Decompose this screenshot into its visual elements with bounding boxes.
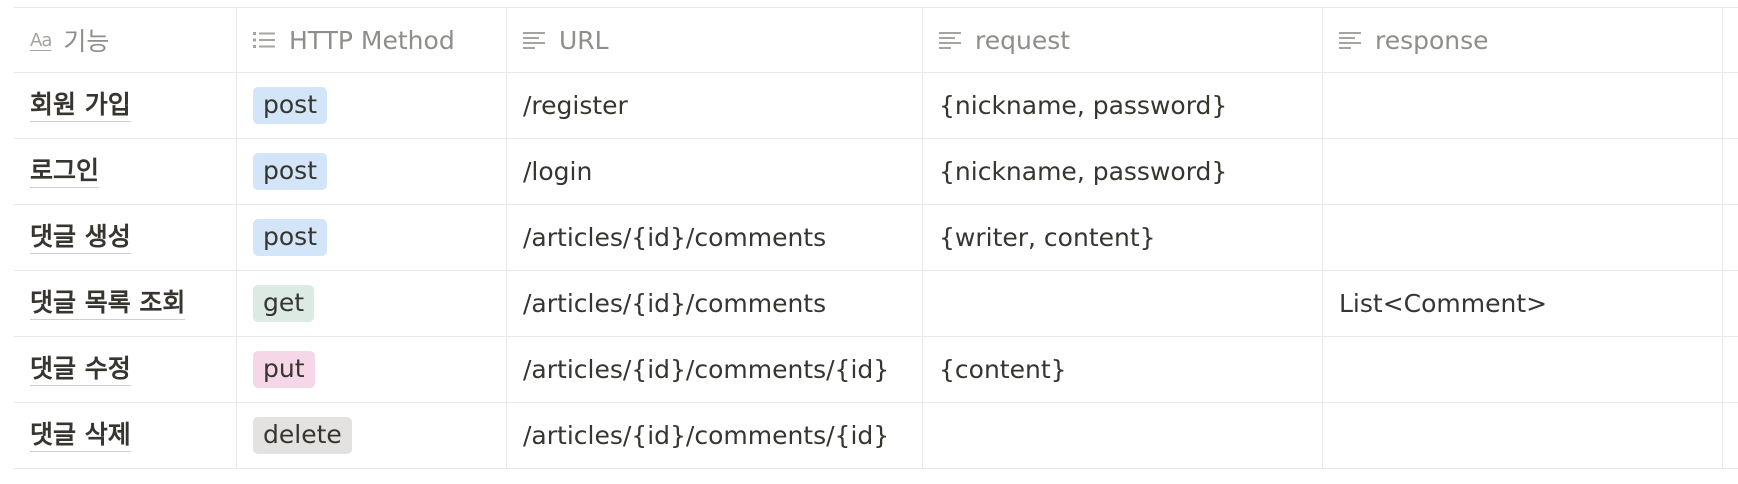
row-title[interactable]: 댓글 수정 (30, 353, 131, 386)
cell-request[interactable]: {nickname, password} (923, 73, 1323, 138)
cell-request[interactable]: {content} (923, 337, 1323, 402)
method-tag: delete (253, 417, 352, 454)
url-text: /articles/{id}/comments (523, 289, 827, 318)
cell-feature[interactable]: 댓글 생성 (14, 205, 237, 270)
url-text: /register (523, 91, 628, 120)
cell-overflow (1723, 271, 1738, 336)
cell-http-method[interactable]: post (237, 73, 507, 138)
response-text: List<Comment> (1339, 289, 1548, 318)
cell-overflow (1723, 403, 1738, 468)
cell-feature[interactable]: 댓글 목록 조회 (14, 271, 237, 336)
request-text: {writer, content} (939, 223, 1156, 252)
cell-response[interactable]: List<Comment> (1323, 271, 1723, 336)
cell-response[interactable] (1323, 205, 1723, 270)
column-header-feature[interactable]: Aa 기능 (14, 8, 237, 72)
table-row[interactable]: 댓글 목록 조회 get /articles/{id}/comments Lis… (14, 271, 1738, 337)
url-text: /articles/{id}/comments (523, 223, 827, 252)
text-lines-icon (523, 29, 545, 51)
cell-response[interactable] (1323, 139, 1723, 204)
cell-request[interactable]: {writer, content} (923, 205, 1323, 270)
cell-http-method[interactable]: post (237, 205, 507, 270)
table-row[interactable]: 댓글 삭제 delete /articles/{id}/comments/{id… (14, 403, 1738, 469)
request-text: {content} (939, 355, 1067, 384)
method-tag: put (253, 351, 315, 388)
column-header-url[interactable]: URL (507, 8, 923, 72)
row-title[interactable]: 댓글 생성 (30, 221, 131, 254)
column-header-overflow (1723, 8, 1738, 72)
url-text: /articles/{id}/comments/{id} (523, 421, 890, 450)
text-lines-icon (1339, 29, 1361, 51)
request-text: {nickname, password} (939, 91, 1228, 120)
cell-http-method[interactable]: get (237, 271, 507, 336)
column-header-label: URL (559, 25, 609, 55)
cell-overflow (1723, 139, 1738, 204)
cell-response[interactable] (1323, 73, 1723, 138)
cell-url[interactable]: /articles/{id}/comments (507, 271, 923, 336)
column-header-response[interactable]: response (1323, 8, 1723, 72)
cell-feature[interactable]: 댓글 수정 (14, 337, 237, 402)
column-header-label: 기능 (63, 27, 110, 56)
cell-url[interactable]: /articles/{id}/comments/{id} (507, 403, 923, 468)
column-header-label: request (975, 25, 1071, 55)
cell-http-method[interactable]: delete (237, 403, 507, 468)
cell-response[interactable] (1323, 337, 1723, 402)
cell-url[interactable]: /login (507, 139, 923, 204)
cell-response[interactable] (1323, 403, 1723, 468)
cell-feature[interactable]: 로그인 (14, 139, 237, 204)
cell-url[interactable]: /articles/{id}/comments (507, 205, 923, 270)
table-row[interactable]: 회원 가입 post /register {nickname, password… (14, 73, 1738, 139)
cell-overflow (1723, 73, 1738, 138)
row-title[interactable]: 댓글 목록 조회 (30, 287, 186, 320)
method-tag: post (253, 87, 327, 124)
method-tag: post (253, 153, 327, 190)
request-text: {nickname, password} (939, 157, 1228, 186)
text-lines-icon (939, 29, 961, 51)
cell-overflow (1723, 337, 1738, 402)
cell-feature[interactable]: 회원 가입 (14, 73, 237, 138)
row-title[interactable]: 댓글 삭제 (30, 419, 131, 452)
url-text: /login (523, 157, 593, 186)
method-tag: get (253, 285, 315, 322)
list-icon (253, 29, 275, 51)
cell-request[interactable] (923, 403, 1323, 468)
cell-url[interactable]: /register (507, 73, 923, 138)
column-header-label: response (1375, 25, 1489, 55)
cell-request[interactable]: {nickname, password} (923, 139, 1323, 204)
table-header: Aa 기능 HTTP Method URL request response (14, 7, 1738, 73)
cell-request[interactable] (923, 271, 1323, 336)
cell-feature[interactable]: 댓글 삭제 (14, 403, 237, 468)
column-header-request[interactable]: request (923, 8, 1323, 72)
method-tag: post (253, 219, 327, 256)
url-text: /articles/{id}/comments/{id} (523, 355, 890, 384)
title-aa-icon: Aa (30, 29, 52, 51)
cell-http-method[interactable]: post (237, 139, 507, 204)
cell-http-method[interactable]: put (237, 337, 507, 402)
cell-overflow (1723, 205, 1738, 270)
table-body: 회원 가입 post /register {nickname, password… (14, 73, 1738, 469)
column-header-label: HTTP Method (289, 25, 455, 55)
cell-url[interactable]: /articles/{id}/comments/{id} (507, 337, 923, 402)
column-header-http-method[interactable]: HTTP Method (237, 8, 507, 72)
table-row[interactable]: 로그인 post /login {nickname, password} (14, 139, 1738, 205)
row-title[interactable]: 로그인 (30, 155, 100, 188)
table-row[interactable]: 댓글 생성 post /articles/{id}/comments {writ… (14, 205, 1738, 271)
table-row[interactable]: 댓글 수정 put /articles/{id}/comments/{id} {… (14, 337, 1738, 403)
row-title[interactable]: 회원 가입 (30, 89, 131, 122)
database-table: Aa 기능 HTTP Method URL request response 회… (14, 7, 1738, 469)
